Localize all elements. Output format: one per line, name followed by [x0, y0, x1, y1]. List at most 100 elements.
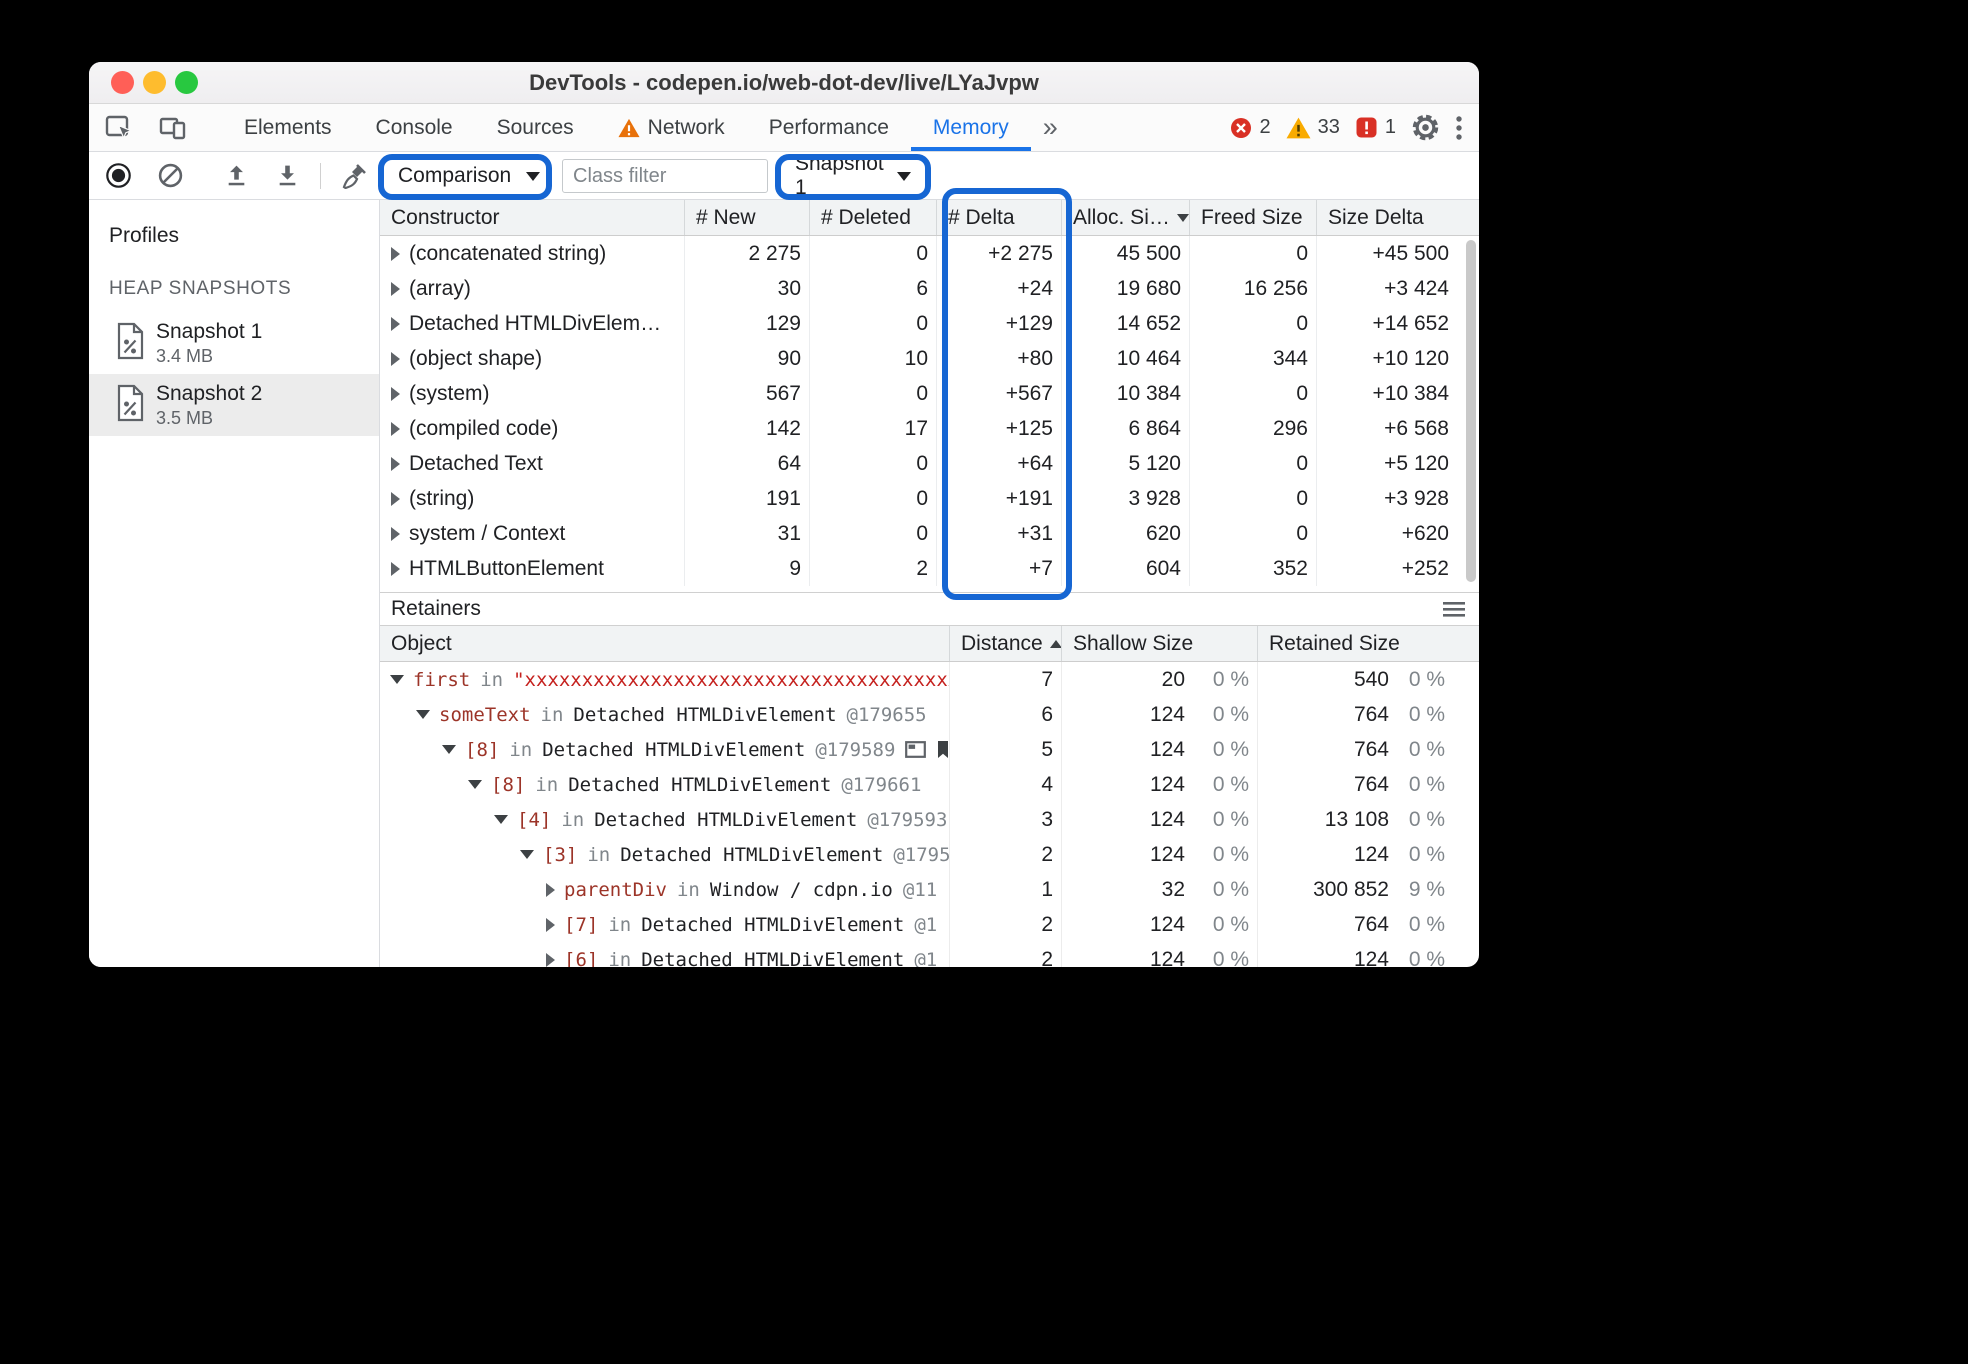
retainer-in-label: in [540, 703, 564, 726]
expand-arrow-icon[interactable] [442, 745, 456, 754]
issues-badge[interactable]: 1 [1355, 116, 1396, 139]
retainer-row[interactable]: [7] in Detached HTMLDivElement @1 2 124 0 % 764… [380, 907, 1479, 942]
error-badge[interactable]: 2 [1229, 116, 1271, 140]
shallow-size-percent: 0 % [1212, 947, 1249, 968]
column-header-deleted[interactable]: # Deleted [810, 200, 937, 235]
constructor-cell: Detached HTMLDivElem… [380, 306, 685, 341]
tab-network[interactable]: Network [596, 104, 747, 151]
clear-profiles-icon[interactable] [157, 162, 184, 189]
column-header-shallow-size[interactable]: Shallow Size [1062, 626, 1258, 661]
tab-sources[interactable]: Sources [475, 104, 596, 151]
table-row[interactable]: (object shape) 90 10 +80 10 464 344 +10 120 [380, 341, 1479, 376]
retained-size-percent: 0 % [1408, 772, 1445, 796]
expand-arrow-icon[interactable] [391, 491, 400, 506]
expand-arrow-icon[interactable] [391, 561, 400, 576]
cell-alloc-size: 6 864 [1062, 411, 1190, 446]
expand-arrow-icon[interactable] [494, 815, 508, 824]
retainer-row[interactable]: [4] in Detached HTMLDivElement @179593 3 124 0… [380, 802, 1479, 837]
zoom-window-button[interactable] [175, 71, 198, 94]
table-row[interactable]: system / Context 31 0 +31 620 0 +620 [380, 516, 1479, 551]
expand-arrow-icon[interactable] [391, 421, 400, 436]
column-header-constructor[interactable]: Constructor [380, 200, 685, 235]
kebab-menu-icon[interactable] [1455, 114, 1463, 142]
base-snapshot-select[interactable]: Snapshot 1 [789, 152, 917, 199]
expand-arrow-icon[interactable] [546, 952, 555, 967]
retainer-name: [3] [543, 843, 578, 866]
expand-arrow-icon[interactable] [391, 456, 400, 471]
column-header-delta[interactable]: # Delta [937, 200, 1062, 235]
devtools-tabbar: Elements Console Sources Network Performance… [89, 104, 1479, 152]
retainer-row[interactable]: someText in Detached HTMLDivElement @179655… [380, 697, 1479, 732]
expand-arrow-icon[interactable] [391, 351, 400, 366]
close-window-button[interactable] [111, 71, 134, 94]
retainer-row[interactable]: [3] in Detached HTMLDivElement @1795 2 124 0 %… [380, 837, 1479, 872]
profile-view-select[interactable]: Comparison [392, 159, 546, 193]
column-header-retained-size[interactable]: Retained Size [1258, 626, 1479, 661]
expand-arrow-icon[interactable] [546, 917, 555, 932]
expand-arrow-icon[interactable] [520, 850, 534, 859]
tab-console[interactable]: Console [354, 104, 475, 151]
vertical-scrollbar[interactable] [1466, 240, 1476, 582]
expand-arrow-icon[interactable] [391, 316, 400, 331]
column-header-freed-size[interactable]: Freed Size [1190, 200, 1317, 235]
table-row[interactable]: Detached HTMLDivElem… 129 0 +129 14 652 0 +14 … [380, 306, 1479, 341]
warning-badge[interactable]: 33 [1286, 116, 1340, 139]
table-row[interactable]: (array) 30 6 +24 19 680 16 256 +3 424 [380, 271, 1479, 306]
retainer-name: [7] [564, 913, 599, 936]
retainer-context: Detached HTMLDivElement [568, 773, 832, 796]
expand-arrow-icon[interactable] [546, 882, 555, 897]
cell-distance: 1 [950, 872, 1062, 907]
retainer-row[interactable]: first in "xxxxxxxxxxxxxxxxxxxxxxxxxxxxxxxx… [380, 662, 1479, 697]
table-row[interactable]: (system) 567 0 +567 10 384 0 +10 384 [380, 376, 1479, 411]
column-header-size-delta[interactable]: Size Delta [1317, 200, 1479, 235]
minimize-window-button[interactable] [143, 71, 166, 94]
clean-garbage-icon[interactable] [341, 163, 368, 189]
expand-arrow-icon[interactable] [416, 710, 430, 719]
cell-freed-size: 296 [1190, 411, 1317, 446]
table-row[interactable]: HTMLButtonElement 9 2 +7 604 352 +252 [380, 551, 1479, 586]
table-row[interactable]: Detached Text 64 0 +64 5 120 0 +5 120 [380, 446, 1479, 481]
hamburger-menu-icon[interactable] [1443, 601, 1465, 618]
class-filter-input[interactable] [562, 159, 768, 193]
table-row[interactable]: (concatenated string) 2 275 0 +2 275 45 500 0… [380, 236, 1479, 271]
retainer-row[interactable]: [6] in Detached HTMLDivElement @1 2 124 0 % 124… [380, 942, 1479, 967]
table-row[interactable]: (string) 191 0 +191 3 928 0 +3 928 [380, 481, 1479, 516]
tab-performance[interactable]: Performance [747, 104, 911, 151]
reveal-icon[interactable] [936, 740, 949, 759]
inspect-element-icon[interactable] [105, 104, 133, 151]
retainer-row[interactable]: parentDiv in Window / cdpn.io @11 1 32 0 % 300 … [380, 872, 1479, 907]
cell-freed-size: 0 [1190, 236, 1317, 271]
cell-shallow-size: 124 0 % [1062, 907, 1258, 942]
more-tabs-button[interactable]: » [1043, 104, 1058, 151]
load-profile-icon[interactable] [224, 163, 249, 188]
save-profile-icon[interactable] [275, 163, 300, 188]
object-cell: someText in Detached HTMLDivElement @179655 [380, 697, 950, 732]
expand-arrow-icon[interactable] [390, 675, 404, 684]
frame-icon[interactable] [905, 741, 927, 758]
record-heap-snapshot-button[interactable] [105, 162, 132, 189]
expand-arrow-icon[interactable] [391, 526, 400, 541]
settings-gear-icon[interactable] [1411, 113, 1440, 142]
cell-delta: +129 [937, 306, 1062, 341]
sidebar-item-snapshot-1[interactable]: Snapshot 1 3.4 MB [89, 312, 379, 374]
retainer-row[interactable]: [8] in Detached HTMLDivElement @179661 4 124 0… [380, 767, 1479, 802]
expand-arrow-icon[interactable] [468, 780, 482, 789]
column-header-object[interactable]: Object [380, 626, 950, 661]
tab-memory[interactable]: Memory [910, 104, 1031, 151]
column-header-alloc-size[interactable]: Alloc. Si… [1062, 200, 1190, 235]
cell-retained-size: 540 0 % [1258, 662, 1479, 697]
constructor-name: Detached Text [409, 451, 543, 475]
expand-arrow-icon[interactable] [391, 386, 400, 401]
column-header-distance[interactable]: Distance [950, 626, 1062, 661]
column-header-new[interactable]: # New [685, 200, 810, 235]
tab-elements[interactable]: Elements [222, 104, 354, 151]
device-toolbar-icon[interactable] [159, 104, 186, 151]
retainers-title: Retainers [391, 597, 481, 620]
cell-freed-size: 0 [1190, 516, 1317, 551]
expand-arrow-icon[interactable] [391, 246, 400, 261]
table-row[interactable]: (compiled code) 142 17 +125 6 864 296 +6 568 [380, 411, 1479, 446]
retainer-row[interactable]: [8] in Detached HTMLDivElement @179589 5 124 0… [380, 732, 1479, 767]
expand-arrow-icon[interactable] [391, 281, 400, 296]
sidebar-item-snapshot-2[interactable]: Snapshot 2 3.5 MB [89, 374, 379, 436]
snapshot-name: Snapshot 2 [156, 381, 263, 405]
